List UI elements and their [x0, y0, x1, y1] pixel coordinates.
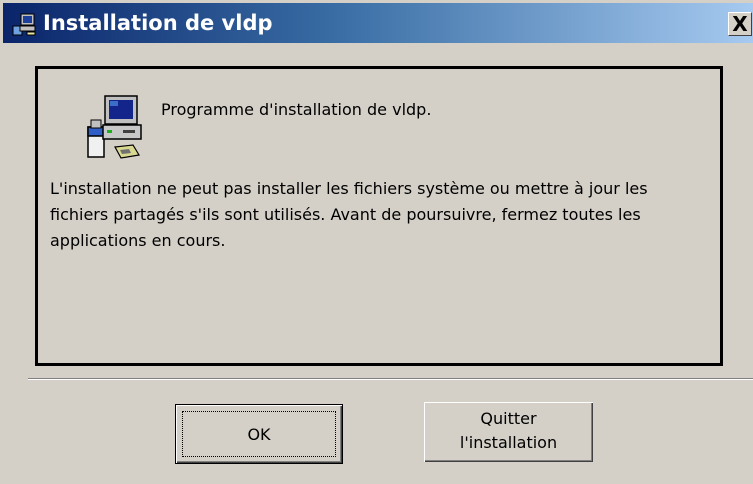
setup-computer-icon: [85, 92, 145, 162]
quit-button-label: Quitter l'installation: [459, 409, 558, 452]
setup-dialog: Installation de vldp X Programme d'insta…: [0, 0, 753, 484]
setup-installer-icon: [11, 12, 37, 36]
quit-installation-button[interactable]: Quitter l'installation: [424, 402, 593, 462]
close-icon: X: [732, 12, 748, 36]
info-panel: Programme d'installation de vldp. L'inst…: [35, 66, 723, 366]
warning-message: L'installation ne peut pas installer les…: [50, 179, 648, 250]
title-bar[interactable]: Installation de vldp: [3, 3, 753, 43]
window-title: Installation de vldp: [43, 11, 273, 35]
ok-button-label: OK: [247, 425, 271, 444]
separator-line: [28, 378, 753, 380]
dialog-heading: Programme d'installation de vldp.: [161, 100, 432, 119]
close-button[interactable]: X: [728, 12, 752, 36]
ok-button[interactable]: OK: [175, 404, 343, 464]
